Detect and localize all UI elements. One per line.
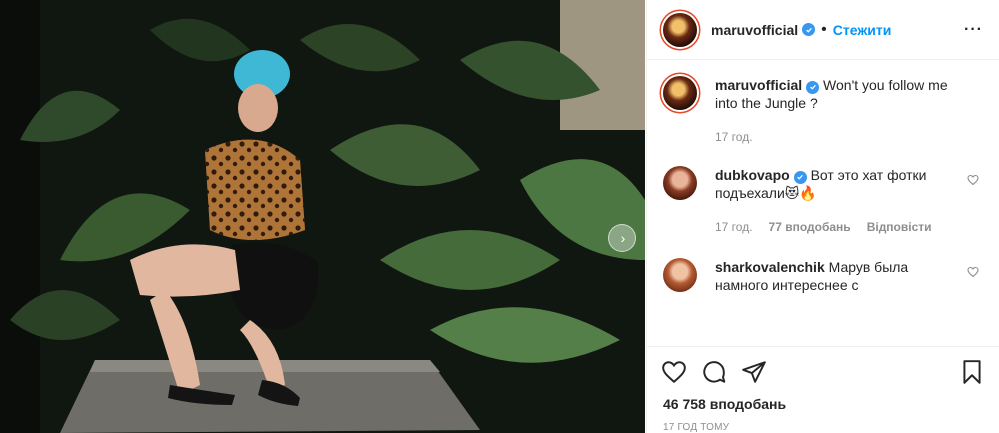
caption-body: maruvofficial Won't you follow me into t… [715, 76, 983, 146]
caption-username[interactable]: maruvofficial [715, 77, 802, 93]
author-avatar[interactable] [663, 12, 697, 47]
author-username[interactable]: maruvofficial [711, 22, 798, 38]
reply-button[interactable]: Відповісти [867, 218, 932, 236]
verified-badge-icon [806, 80, 820, 94]
comment-username[interactable]: dubkovapo [715, 167, 790, 183]
verified-badge-icon [802, 23, 816, 36]
comment-item: sharkovalenchik Марув была намного интер… [663, 258, 983, 294]
jungle-photo-illustration [0, 0, 645, 433]
post-header: maruvofficial • Стежити ··· [647, 0, 999, 60]
share-paper-plane-icon[interactable] [741, 359, 767, 385]
like-heart-icon[interactable] [661, 359, 687, 385]
caption-avatar[interactable] [663, 76, 697, 110]
caption-meta: 17 год. [715, 128, 961, 146]
comment-time[interactable]: 17 год. [715, 218, 753, 236]
follow-button[interactable]: Стежити [833, 22, 892, 38]
post-panel: maruvofficial • Стежити ··· maruvofficia… [646, 0, 999, 433]
chevron-right-icon: › [620, 230, 626, 246]
next-photo-button[interactable]: › [608, 224, 636, 252]
comment-item: dubkovapo Вот это хат фотки подъехали😻🔥 … [663, 166, 983, 236]
likes-count[interactable]: 46 758 вподобань [647, 396, 999, 412]
comment-likes[interactable]: 77 вподобань [769, 218, 851, 236]
comment-avatar[interactable] [663, 166, 697, 200]
caption-time[interactable]: 17 год. [715, 128, 753, 146]
comment-avatar[interactable] [663, 258, 697, 292]
save-bookmark-icon[interactable] [959, 359, 985, 385]
comment-body: dubkovapo Вот это хат фотки подъехали😻🔥 … [715, 166, 983, 236]
more-options-icon[interactable]: ··· [964, 21, 983, 39]
heart-icon[interactable] [967, 174, 979, 186]
caption-item: maruvofficial Won't you follow me into t… [663, 76, 983, 146]
comments-list[interactable]: maruvofficial Won't you follow me into t… [647, 60, 999, 346]
heart-icon[interactable] [967, 266, 979, 278]
post-photo[interactable]: › [0, 0, 645, 433]
comment-username[interactable]: sharkovalenchik [715, 259, 825, 275]
comment-body: sharkovalenchik Марув была намного интер… [715, 258, 983, 294]
verified-badge-icon [793, 170, 807, 184]
comment-meta: 17 год. 77 вподобань Відповісти [715, 218, 961, 236]
separator-dot: • [821, 20, 827, 38]
action-bar [647, 346, 999, 396]
post-time[interactable]: 17 ГОД ТОМУ [647, 422, 999, 433]
comment-bubble-icon[interactable] [701, 359, 727, 385]
